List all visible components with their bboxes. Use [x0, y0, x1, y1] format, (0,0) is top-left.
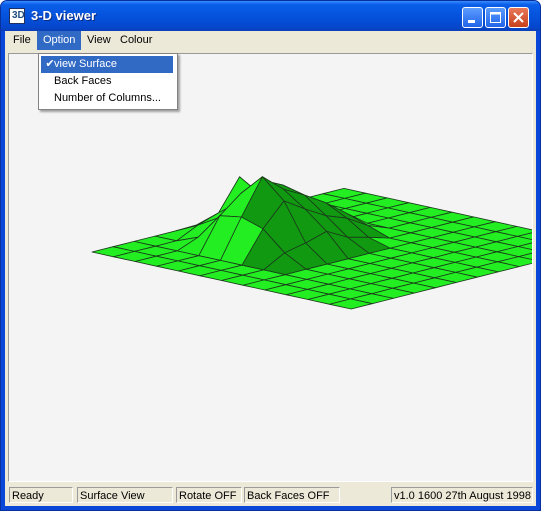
menu-view[interactable]: View [81, 31, 117, 50]
menu-item-number-of-columns[interactable]: Number of Columns... [41, 90, 173, 107]
menu-item-label: Number of Columns... [54, 92, 161, 104]
title-bar[interactable]: 3D 3-D viewer [1, 1, 540, 31]
close-button[interactable] [508, 7, 529, 28]
maximize-button[interactable] [485, 7, 506, 28]
minimize-button[interactable] [462, 7, 483, 28]
app-icon-text: 3D [12, 10, 25, 21]
menu-file[interactable]: File [7, 31, 37, 50]
window-title: 3-D viewer [31, 8, 97, 23]
menu-item-label: view Surface [54, 58, 117, 70]
client-area: File Option View Colour ✔ view Surface B… [5, 31, 540, 506]
option-dropdown-menu: ✔ view Surface Back Faces Number of Colu… [38, 53, 178, 110]
surface-mesh [91, 176, 540, 310]
status-back-faces: Back Faces OFF [244, 487, 340, 503]
menu-bar: File Option View Colour [5, 31, 536, 50]
menu-option[interactable]: Option [37, 31, 82, 50]
app-window: 3D 3-D viewer File Option View Colour ✔ … [0, 0, 541, 511]
status-view: Surface View [77, 487, 173, 503]
close-icon [513, 12, 524, 23]
menu-item-view-surface[interactable]: ✔ view Surface [41, 56, 173, 73]
status-rotate: Rotate OFF [176, 487, 242, 503]
status-ready: Ready [9, 487, 73, 503]
menu-item-label: Back Faces [54, 75, 112, 87]
menu-item-back-faces[interactable]: Back Faces [41, 73, 173, 90]
minimize-icon [468, 20, 475, 23]
status-bar: Ready Surface View Rotate OFF Back Faces… [5, 484, 536, 504]
menu-colour[interactable]: Colour [114, 31, 158, 50]
app-3d-icon[interactable]: 3D [9, 8, 25, 24]
maximize-icon [490, 12, 501, 23]
surface-viewport[interactable] [8, 53, 540, 482]
status-version: v1.0 1600 27th August 1998 [391, 487, 533, 503]
